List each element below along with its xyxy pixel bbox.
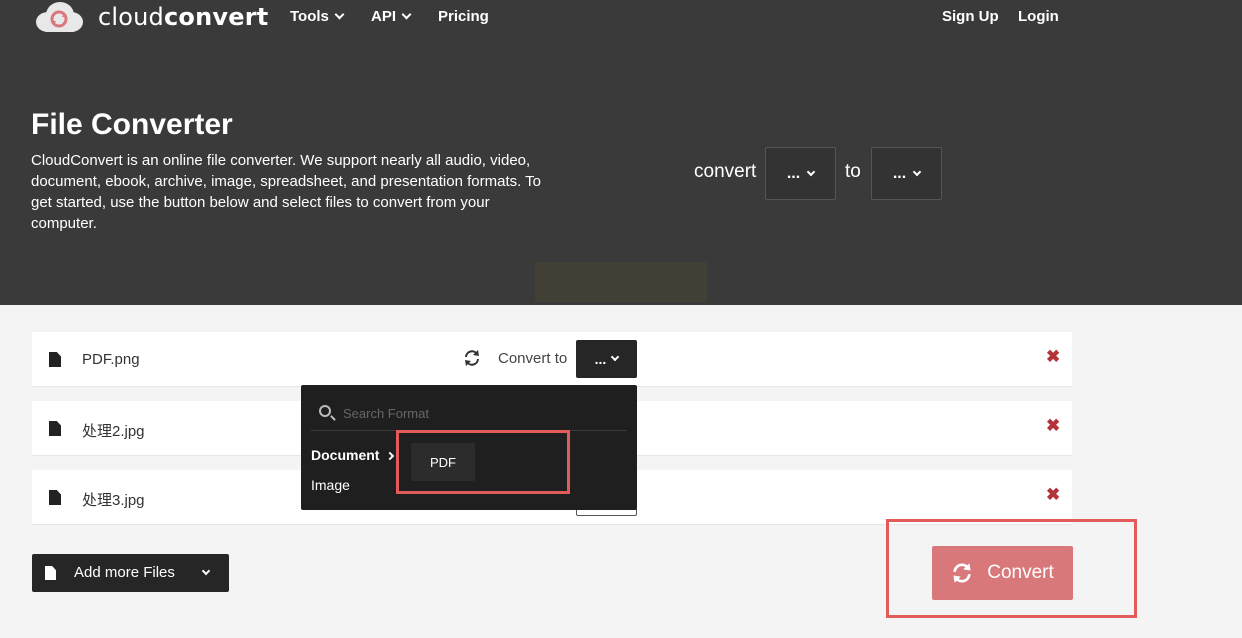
nav-signup[interactable]: Sign Up [942, 8, 999, 25]
chevron-down-icon [201, 566, 211, 576]
remove-icon[interactable]: ✖ [1046, 347, 1060, 367]
convert-to-label: Convert to [498, 350, 568, 367]
remove-icon[interactable]: ✖ [1046, 416, 1060, 436]
nav-tools[interactable]: Tools [290, 8, 345, 25]
chevron-down-icon [611, 352, 620, 362]
chevron-down-icon [912, 167, 922, 176]
select-file-button-obscured [535, 262, 707, 302]
convert-to-select[interactable]: ... [576, 340, 637, 378]
convert-button[interactable]: Convert [932, 546, 1073, 600]
add-more-files-button[interactable]: Add more Files [32, 554, 229, 592]
highlight-box [396, 430, 570, 494]
nav-login[interactable]: Login [1018, 8, 1059, 25]
to-label: to [845, 161, 861, 182]
to-format-select[interactable]: ... [871, 147, 942, 200]
from-format-select[interactable]: ... [765, 147, 836, 200]
format-search-input[interactable] [343, 403, 613, 423]
category-label: Image [311, 477, 350, 493]
convert-icon [953, 563, 971, 583]
category-label: Document [311, 447, 380, 463]
convert-label: convert [694, 161, 757, 182]
add-more-files-label: Add more Files [74, 564, 175, 581]
from-format-value: ... [786, 164, 801, 182]
remove-icon[interactable]: ✖ [1046, 485, 1060, 505]
logo-text: cloudconvert [98, 3, 269, 31]
chevron-right-icon [386, 451, 395, 461]
hero-description: CloudConvert is an online file converter… [31, 152, 542, 232]
file-icon [49, 421, 61, 436]
chevron-down-icon [401, 9, 412, 20]
chevron-down-icon [334, 9, 345, 20]
nav-api[interactable]: API [371, 8, 412, 25]
to-format-value: ... [892, 164, 907, 182]
file-name: 处理3.jpg [82, 492, 145, 509]
logo[interactable]: cloudconvert [34, 0, 268, 34]
category-document[interactable]: Document [311, 447, 395, 463]
refresh-icon[interactable] [463, 349, 481, 367]
search-icon [319, 405, 331, 417]
file-name: 处理2.jpg [82, 423, 145, 440]
file-row: PDF.png Convert to ... ✖ [32, 332, 1072, 387]
format-search [311, 395, 627, 431]
file-icon [49, 352, 61, 367]
page-title: File Converter [31, 108, 233, 141]
top-nav: cloudconvert Tools API Pricing Sign Up L… [0, 0, 1242, 36]
file-icon [49, 490, 61, 505]
add-file-icon [45, 566, 56, 580]
convert-label: Convert [987, 562, 1054, 583]
hero-section: cloudconvert Tools API Pricing Sign Up L… [0, 0, 1242, 305]
chevron-down-icon [806, 167, 816, 176]
cloudconvert-logo-icon [34, 1, 84, 33]
category-image[interactable]: Image [311, 477, 350, 493]
convert-to-value: ... [594, 351, 607, 367]
nav-pricing[interactable]: Pricing [438, 8, 489, 25]
file-name: PDF.png [82, 351, 140, 368]
